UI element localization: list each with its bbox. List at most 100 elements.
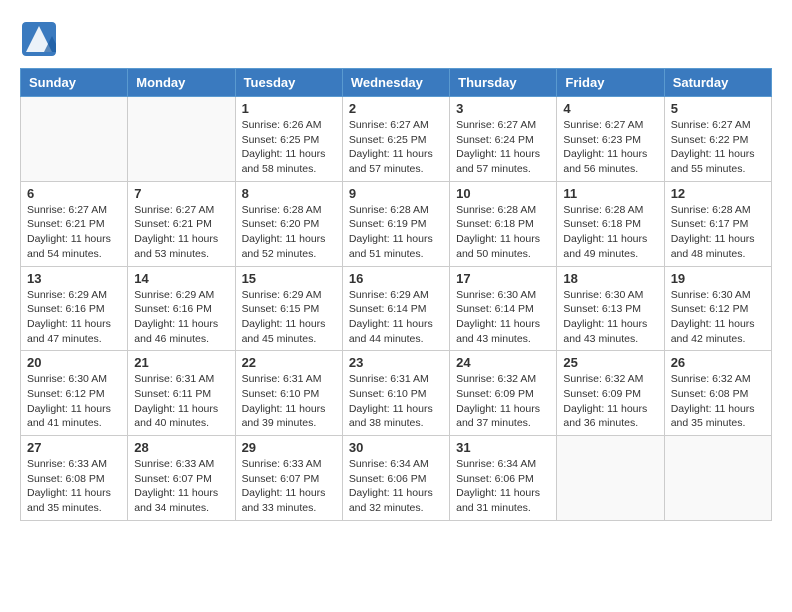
- day-number: 2: [349, 101, 443, 116]
- day-info: Sunrise: 6:27 AM Sunset: 6:21 PM Dayligh…: [27, 203, 121, 262]
- day-info: Sunrise: 6:28 AM Sunset: 6:18 PM Dayligh…: [563, 203, 657, 262]
- calendar-cell: 17Sunrise: 6:30 AM Sunset: 6:14 PM Dayli…: [450, 266, 557, 351]
- header-sunday: Sunday: [21, 69, 128, 97]
- day-info: Sunrise: 6:29 AM Sunset: 6:16 PM Dayligh…: [27, 288, 121, 347]
- day-info: Sunrise: 6:27 AM Sunset: 6:24 PM Dayligh…: [456, 118, 550, 177]
- day-info: Sunrise: 6:27 AM Sunset: 6:23 PM Dayligh…: [563, 118, 657, 177]
- day-info: Sunrise: 6:28 AM Sunset: 6:17 PM Dayligh…: [671, 203, 765, 262]
- day-number: 29: [242, 440, 336, 455]
- calendar-week-row: 27 Sunrise: 6:33 AM Sunset: 6:08 PM Dayli…: [21, 436, 772, 521]
- day-number: 9: [349, 186, 443, 201]
- day-number: 23: [349, 355, 443, 370]
- calendar-cell: 13 Sunrise: 6:29 AM Sunset: 6:16 PM Dayli…: [21, 266, 128, 351]
- calendar-cell: 11 Sunrise: 6:28 AM Sunset: 6:18 PM Dayli…: [557, 181, 664, 266]
- calendar-week-row: 6 Sunrise: 6:27 AM Sunset: 6:21 PM Daylig…: [21, 181, 772, 266]
- calendar-cell: 12 Sunrise: 6:28 AM Sunset: 6:17 PM Dayli…: [664, 181, 771, 266]
- day-info: Sunrise: 6:28 AM Sunset: 6:19 PM Dayligh…: [349, 203, 443, 262]
- calendar-cell: [128, 97, 235, 182]
- day-info: Sunrise: 6:33 AM Sunset: 6:07 PM Dayligh…: [134, 457, 228, 516]
- calendar-cell: 8Sunrise: 6:28 AM Sunset: 6:20 PM Daylig…: [235, 181, 342, 266]
- day-number: 4: [563, 101, 657, 116]
- calendar-cell: [21, 97, 128, 182]
- calendar-cell: 7 Sunrise: 6:27 AM Sunset: 6:21 PM Daylig…: [128, 181, 235, 266]
- day-number: 26: [671, 355, 765, 370]
- day-number: 3: [456, 101, 550, 116]
- day-info: Sunrise: 6:31 AM Sunset: 6:11 PM Dayligh…: [134, 372, 228, 431]
- calendar-week-row: 13 Sunrise: 6:29 AM Sunset: 6:16 PM Dayli…: [21, 266, 772, 351]
- calendar-cell: 14 Sunrise: 6:29 AM Sunset: 6:16 PM Dayli…: [128, 266, 235, 351]
- calendar-cell: 4 Sunrise: 6:27 AM Sunset: 6:23 PM Daylig…: [557, 97, 664, 182]
- day-info: Sunrise: 6:29 AM Sunset: 6:14 PM Dayligh…: [349, 288, 443, 347]
- day-info: Sunrise: 6:29 AM Sunset: 6:16 PM Dayligh…: [134, 288, 228, 347]
- day-number: 14: [134, 271, 228, 286]
- day-info: Sunrise: 6:34 AM Sunset: 6:06 PM Dayligh…: [349, 457, 443, 516]
- day-info: Sunrise: 6:33 AM Sunset: 6:07 PM Dayligh…: [242, 457, 336, 516]
- day-number: 6: [27, 186, 121, 201]
- calendar-week-row: 20 Sunrise: 6:30 AM Sunset: 6:12 PM Dayli…: [21, 351, 772, 436]
- calendar-cell: 18Sunrise: 6:30 AM Sunset: 6:13 PM Dayli…: [557, 266, 664, 351]
- day-number: 12: [671, 186, 765, 201]
- day-info: Sunrise: 6:30 AM Sunset: 6:12 PM Dayligh…: [671, 288, 765, 347]
- day-number: 13: [27, 271, 121, 286]
- day-number: 22: [242, 355, 336, 370]
- day-number: 7: [134, 186, 228, 201]
- day-info: Sunrise: 6:33 AM Sunset: 6:08 PM Dayligh…: [27, 457, 121, 516]
- day-number: 1: [242, 101, 336, 116]
- calendar-cell: 19 Sunrise: 6:30 AM Sunset: 6:12 PM Dayli…: [664, 266, 771, 351]
- calendar-header-row: SundayMondayTuesdayWednesdayThursdayFrid…: [21, 69, 772, 97]
- page-header: [20, 20, 772, 58]
- calendar-cell: 16 Sunrise: 6:29 AM Sunset: 6:14 PM Dayli…: [342, 266, 449, 351]
- header-monday: Monday: [128, 69, 235, 97]
- day-number: 15: [242, 271, 336, 286]
- day-info: Sunrise: 6:28 AM Sunset: 6:20 PM Dayligh…: [242, 203, 336, 262]
- day-info: Sunrise: 6:30 AM Sunset: 6:14 PM Dayligh…: [456, 288, 550, 347]
- day-number: 31: [456, 440, 550, 455]
- day-info: Sunrise: 6:32 AM Sunset: 6:09 PM Dayligh…: [456, 372, 550, 431]
- calendar-cell: 10 Sunrise: 6:28 AM Sunset: 6:18 PM Dayli…: [450, 181, 557, 266]
- day-number: 11: [563, 186, 657, 201]
- day-info: Sunrise: 6:27 AM Sunset: 6:21 PM Dayligh…: [134, 203, 228, 262]
- day-number: 27: [27, 440, 121, 455]
- day-number: 20: [27, 355, 121, 370]
- calendar-cell: 28 Sunrise: 6:33 AM Sunset: 6:07 PM Dayli…: [128, 436, 235, 521]
- header-wednesday: Wednesday: [342, 69, 449, 97]
- calendar-cell: 1 Sunrise: 6:26 AM Sunset: 6:25 PM Daylig…: [235, 97, 342, 182]
- calendar-cell: 31 Sunrise: 6:34 AM Sunset: 6:06 PM Dayli…: [450, 436, 557, 521]
- calendar-cell: 6 Sunrise: 6:27 AM Sunset: 6:21 PM Daylig…: [21, 181, 128, 266]
- day-info: Sunrise: 6:31 AM Sunset: 6:10 PM Dayligh…: [349, 372, 443, 431]
- day-info: Sunrise: 6:32 AM Sunset: 6:08 PM Dayligh…: [671, 372, 765, 431]
- header-thursday: Thursday: [450, 69, 557, 97]
- calendar-cell: 26 Sunrise: 6:32 AM Sunset: 6:08 PM Dayli…: [664, 351, 771, 436]
- calendar-cell: 9 Sunrise: 6:28 AM Sunset: 6:19 PM Daylig…: [342, 181, 449, 266]
- logo-icon: [20, 20, 58, 58]
- day-number: 21: [134, 355, 228, 370]
- day-info: Sunrise: 6:26 AM Sunset: 6:25 PM Dayligh…: [242, 118, 336, 177]
- calendar-cell: 25Sunrise: 6:32 AM Sunset: 6:09 PM Dayli…: [557, 351, 664, 436]
- calendar-cell: 15 Sunrise: 6:29 AM Sunset: 6:15 PM Dayli…: [235, 266, 342, 351]
- calendar-cell: [664, 436, 771, 521]
- calendar-week-row: 1 Sunrise: 6:26 AM Sunset: 6:25 PM Daylig…: [21, 97, 772, 182]
- day-info: Sunrise: 6:34 AM Sunset: 6:06 PM Dayligh…: [456, 457, 550, 516]
- day-number: 18: [563, 271, 657, 286]
- day-info: Sunrise: 6:31 AM Sunset: 6:10 PM Dayligh…: [242, 372, 336, 431]
- calendar-cell: 24Sunrise: 6:32 AM Sunset: 6:09 PM Dayli…: [450, 351, 557, 436]
- day-number: 5: [671, 101, 765, 116]
- header-tuesday: Tuesday: [235, 69, 342, 97]
- calendar-cell: [557, 436, 664, 521]
- day-number: 19: [671, 271, 765, 286]
- day-number: 16: [349, 271, 443, 286]
- calendar-cell: 2 Sunrise: 6:27 AM Sunset: 6:25 PM Daylig…: [342, 97, 449, 182]
- day-number: 28: [134, 440, 228, 455]
- calendar-cell: 5 Sunrise: 6:27 AM Sunset: 6:22 PM Daylig…: [664, 97, 771, 182]
- day-info: Sunrise: 6:30 AM Sunset: 6:12 PM Dayligh…: [27, 372, 121, 431]
- day-info: Sunrise: 6:32 AM Sunset: 6:09 PM Dayligh…: [563, 372, 657, 431]
- calendar-cell: 23 Sunrise: 6:31 AM Sunset: 6:10 PM Dayli…: [342, 351, 449, 436]
- calendar-cell: 22 Sunrise: 6:31 AM Sunset: 6:10 PM Dayli…: [235, 351, 342, 436]
- day-info: Sunrise: 6:29 AM Sunset: 6:15 PM Dayligh…: [242, 288, 336, 347]
- day-info: Sunrise: 6:27 AM Sunset: 6:25 PM Dayligh…: [349, 118, 443, 177]
- day-number: 10: [456, 186, 550, 201]
- calendar-cell: 20 Sunrise: 6:30 AM Sunset: 6:12 PM Dayli…: [21, 351, 128, 436]
- day-info: Sunrise: 6:27 AM Sunset: 6:22 PM Dayligh…: [671, 118, 765, 177]
- day-info: Sunrise: 6:28 AM Sunset: 6:18 PM Dayligh…: [456, 203, 550, 262]
- calendar-cell: 27 Sunrise: 6:33 AM Sunset: 6:08 PM Dayli…: [21, 436, 128, 521]
